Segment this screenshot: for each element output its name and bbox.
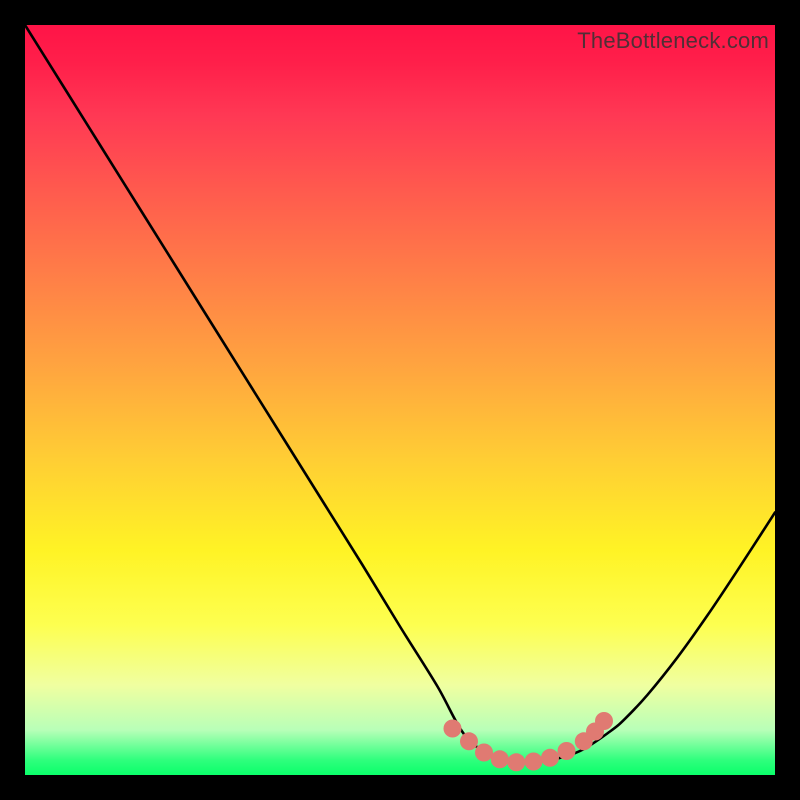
trough-dot [541, 749, 559, 767]
trough-dot [525, 753, 543, 771]
trough-dot [444, 720, 462, 738]
trough-dot [491, 750, 509, 768]
trough-dot [507, 753, 525, 771]
trough-dot [558, 742, 576, 760]
chart-svg [25, 25, 775, 775]
trough-dot [460, 732, 478, 750]
bottleneck-curve [25, 25, 775, 762]
trough-markers [444, 712, 614, 771]
trough-dot [595, 712, 613, 730]
chart-frame: TheBottleneck.com [25, 25, 775, 775]
trough-dot [475, 744, 493, 762]
